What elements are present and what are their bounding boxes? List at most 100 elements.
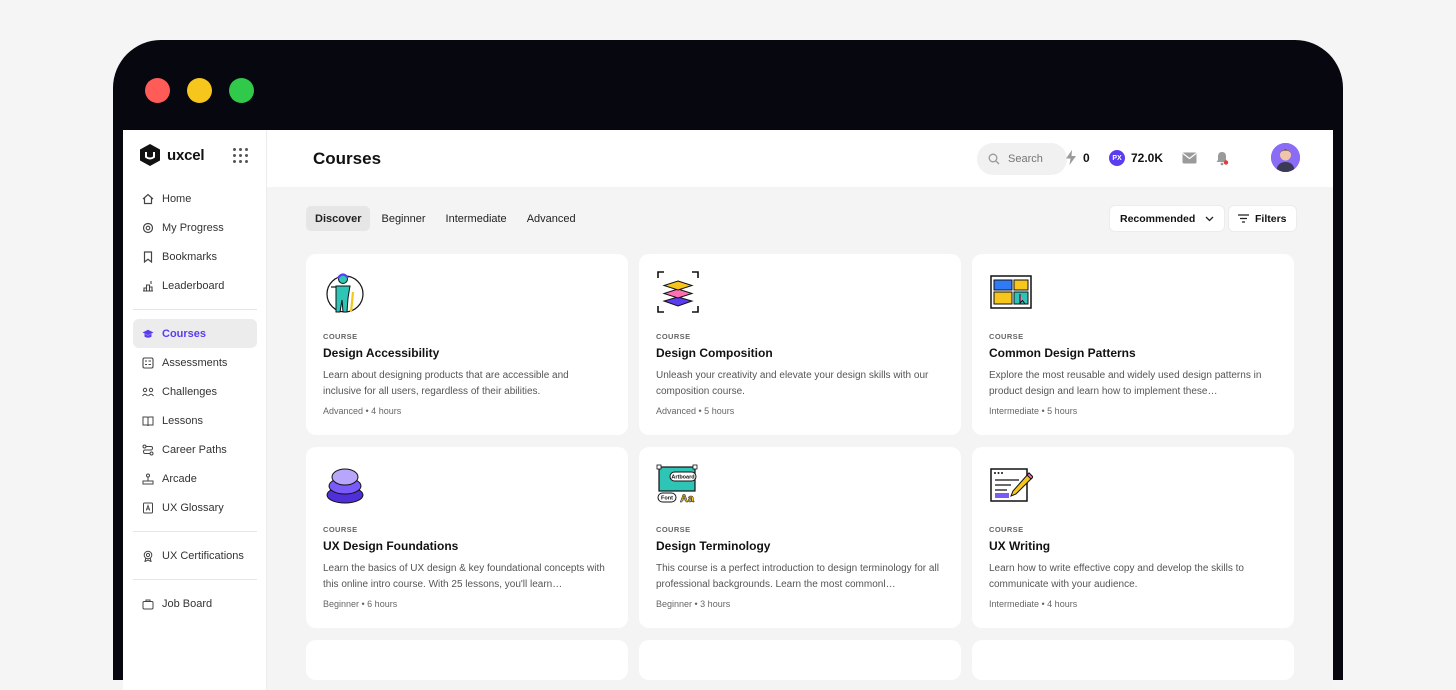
course-card-partial[interactable] — [639, 640, 961, 680]
course-kicker: COURSE — [323, 525, 358, 534]
streak-value: 0 — [1083, 150, 1090, 165]
px-badge-icon: PX — [1109, 150, 1125, 166]
course-card[interactable]: COURSE UX Writing Learn how to write eff… — [972, 447, 1294, 628]
course-card-partial[interactable] — [972, 640, 1294, 680]
window-controls — [145, 78, 254, 103]
xp-value: 72.0K — [1131, 151, 1164, 165]
design-patterns-window-icon — [990, 275, 1032, 309]
joystick-icon — [142, 473, 154, 484]
sort-label: Recommended — [1120, 212, 1196, 225]
terminology-artboard-icon: Artboard Font Aa — [656, 464, 698, 505]
course-card[interactable]: COURSE UX Design Foundations Learn the b… — [306, 447, 628, 628]
mail-icon — [1182, 152, 1196, 164]
course-grid: COURSE Design Accessibility Learn about … — [306, 254, 1296, 680]
sidebar-item-label: Lessons — [162, 414, 203, 427]
certificate-icon — [143, 550, 153, 562]
aa-label: Aa — [680, 493, 695, 505]
messages-button[interactable] — [1180, 149, 1198, 167]
filter-icon — [1238, 214, 1249, 223]
sidebar-nav: Home My Progress Bookmarks Leaderboard C… — [133, 184, 257, 618]
filters-label: Filters — [1255, 212, 1287, 225]
assessment-icon — [142, 356, 154, 369]
sidebar-item-job-board[interactable]: Job Board — [133, 589, 257, 618]
filters-button[interactable]: Filters — [1228, 205, 1297, 232]
bookmark-icon — [143, 250, 153, 263]
artboard-label: Artboard — [671, 475, 694, 481]
sidebar-item-challenges[interactable]: Challenges — [133, 377, 257, 406]
sidebar-item-label: Home — [162, 192, 192, 205]
logo[interactable]: uxcel — [140, 144, 205, 166]
course-card[interactable]: COURSE Design Accessibility Learn about … — [306, 254, 628, 435]
sidebar: uxcel Home My Progress Bookmarks Leaderb… — [123, 130, 267, 690]
course-title: Design Terminology — [656, 539, 771, 553]
briefcase-icon — [142, 599, 154, 609]
tab-advanced[interactable]: Advanced — [518, 206, 585, 231]
close-window-dot[interactable] — [145, 78, 170, 103]
course-description: Learn about designing products that are … — [323, 370, 569, 397]
sidebar-item-ux-certifications[interactable]: UX Certifications — [133, 541, 257, 570]
search-input[interactable] — [1008, 153, 1064, 165]
nav-divider — [133, 579, 257, 580]
course-description: Unleash your creativity and elevate your… — [656, 370, 929, 397]
sidebar-item-home[interactable]: Home — [133, 184, 257, 213]
sort-dropdown[interactable]: Recommended — [1109, 205, 1226, 232]
sidebar-item-courses[interactable]: Courses — [133, 319, 257, 348]
sidebar-item-ux-glossary[interactable]: UX Glossary — [133, 493, 257, 522]
course-card[interactable]: Artboard Font Aa COURSE Design Terminolo… — [639, 447, 961, 628]
course-description: Learn the basics of UX design & key foun… — [323, 563, 605, 590]
course-kicker: COURSE — [989, 525, 1024, 534]
maximize-window-dot[interactable] — [229, 78, 254, 103]
minimize-window-dot[interactable] — [187, 78, 212, 103]
sidebar-item-career-paths[interactable]: Career Paths — [133, 435, 257, 464]
course-kicker: COURSE — [323, 332, 358, 341]
chevron-down-icon — [1205, 216, 1214, 221]
course-description: Explore the most reusable and widely use… — [989, 370, 1262, 397]
course-title: Design Composition — [656, 346, 773, 360]
course-title: Common Design Patterns — [989, 346, 1136, 360]
course-kicker: COURSE — [989, 332, 1024, 341]
sidebar-item-label: Bookmarks — [162, 250, 218, 263]
course-description: Learn how to write effective copy and de… — [989, 563, 1244, 590]
logo-text: uxcel — [167, 146, 205, 164]
foundations-stack-icon — [326, 468, 364, 504]
course-meta: Advanced • 4 hours — [323, 406, 402, 416]
sidebar-item-leaderboard[interactable]: Leaderboard — [133, 271, 257, 300]
sidebar-item-label: My Progress — [162, 221, 224, 234]
sidebar-item-lessons[interactable]: Lessons — [133, 406, 257, 435]
course-card[interactable]: COURSE Common Design Patterns Explore th… — [972, 254, 1294, 435]
course-title: UX Writing — [989, 539, 1051, 553]
composition-layers-icon — [657, 271, 699, 313]
sidebar-item-bookmarks[interactable]: Bookmarks — [133, 242, 257, 271]
sidebar-item-label: Arcade — [162, 472, 197, 485]
ux-writing-pencil-icon — [990, 468, 1034, 502]
glossary-icon — [143, 502, 153, 513]
streak-counter[interactable]: 0 — [1065, 150, 1090, 165]
app-screen: uxcel Home My Progress Bookmarks Leaderb… — [123, 130, 1333, 690]
user-avatar[interactable] — [1271, 143, 1300, 172]
leaderboard-icon — [143, 280, 153, 292]
notifications-button[interactable] — [1213, 149, 1231, 167]
apps-grid-icon[interactable] — [233, 148, 248, 163]
page-title: Courses — [313, 149, 382, 168]
sidebar-item-my-progress[interactable]: My Progress — [133, 213, 257, 242]
tab-beginner[interactable]: Beginner — [372, 206, 434, 231]
sidebar-item-arcade[interactable]: Arcade — [133, 464, 257, 493]
course-title: Design Accessibility — [323, 346, 440, 360]
course-card-partial[interactable] — [306, 640, 628, 680]
tab-discover[interactable]: Discover — [306, 206, 371, 231]
course-kicker: COURSE — [656, 525, 691, 534]
course-card[interactable]: COURSE Design Composition Unleash your c… — [639, 254, 961, 435]
sidebar-item-label: Challenges — [162, 385, 218, 398]
sidebar-item-assessments[interactable]: Assessments — [133, 348, 257, 377]
device-frame: uxcel Home My Progress Bookmarks Leaderb… — [113, 40, 1343, 690]
lightning-icon — [1066, 150, 1076, 165]
search-box[interactable] — [977, 143, 1067, 175]
top-header: Courses 0 PX 72.0K — [267, 130, 1333, 187]
course-description: This course is a perfect introduction to… — [656, 563, 939, 590]
xp-counter[interactable]: PX 72.0K — [1109, 150, 1163, 166]
tab-intermediate[interactable]: Intermediate — [437, 206, 516, 231]
uxcel-logo-icon — [140, 144, 160, 166]
course-meta: Advanced • 5 hours — [656, 406, 735, 416]
graduation-cap-icon — [142, 329, 154, 338]
course-meta: Beginner • 3 hours — [656, 599, 731, 609]
